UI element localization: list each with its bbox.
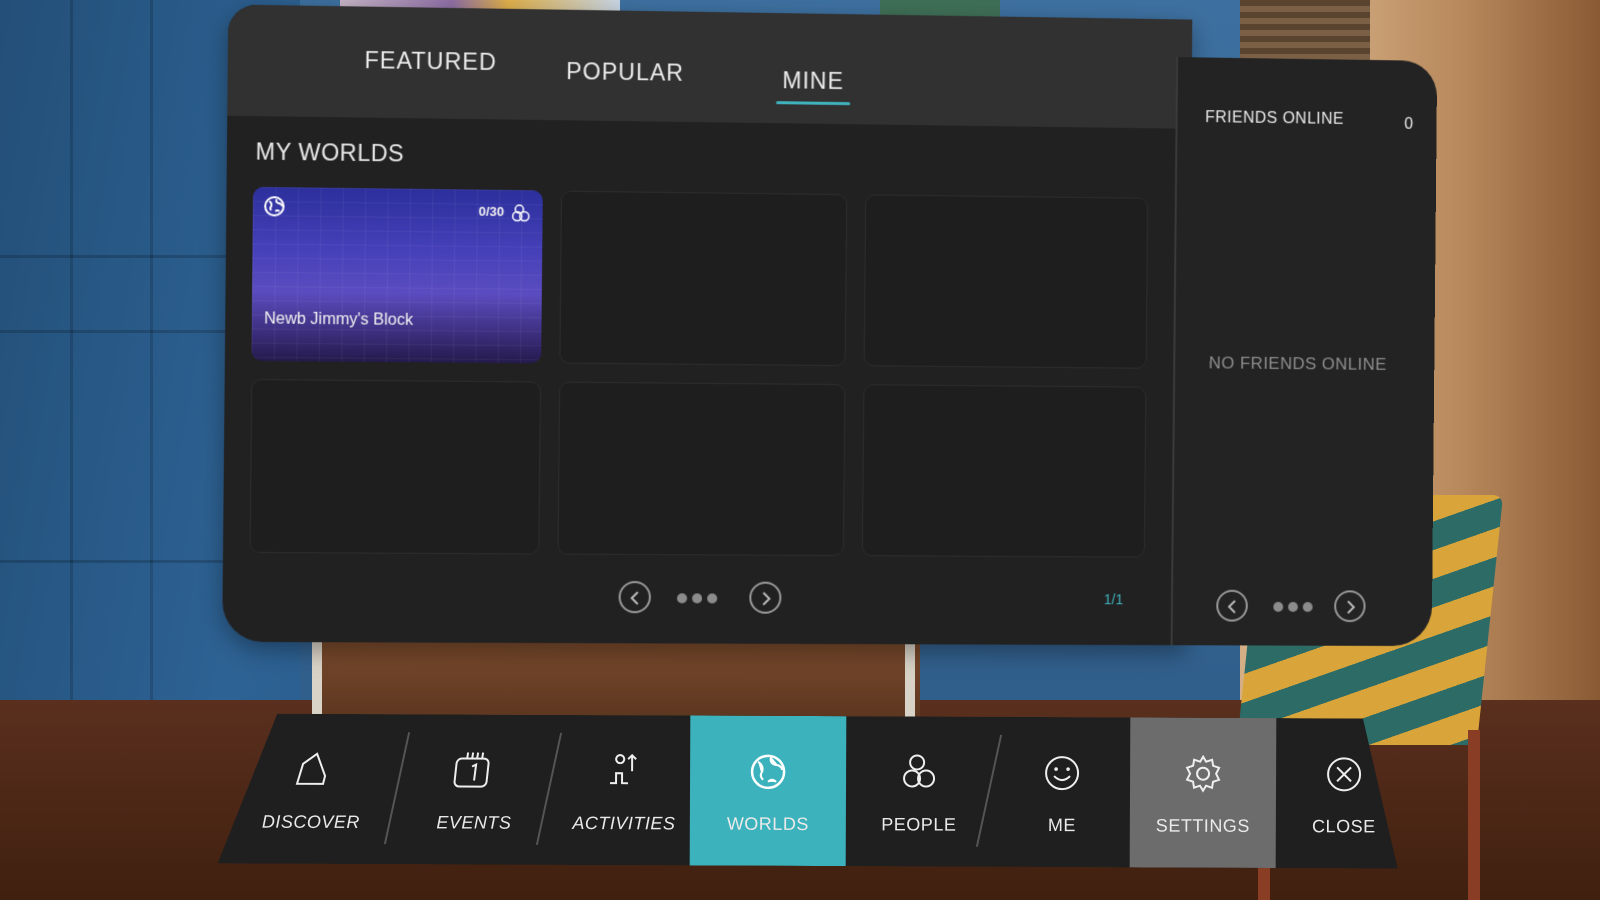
- doorway: [320, 640, 920, 720]
- chevron-right-icon: [759, 591, 773, 607]
- page-dots: [676, 593, 718, 604]
- chevron-left-icon: [1226, 599, 1240, 615]
- worlds-grid: 0/30 Newb Jimmy's Block: [249, 186, 1149, 558]
- occupancy-count: 0/30: [478, 203, 505, 220]
- chair-leg: [1468, 730, 1480, 900]
- page-dot: [676, 593, 688, 604]
- friends-count: 0: [1404, 115, 1414, 133]
- calendar-icon: [452, 748, 496, 792]
- nav-me[interactable]: ME: [994, 717, 1131, 868]
- page-dot: [692, 593, 703, 604]
- page-dot: [1302, 602, 1313, 612]
- page-dots: [1273, 601, 1313, 612]
- tab-bar: FEATURED POPULAR MINE: [227, 4, 1193, 129]
- gear-icon: [1181, 752, 1225, 796]
- people-icon: [510, 202, 532, 224]
- globe-icon: [263, 195, 286, 218]
- friends-prev-button[interactable]: [1216, 589, 1248, 622]
- empty-world-slot: [249, 379, 541, 555]
- nav-events[interactable]: EVENTS: [404, 714, 545, 865]
- next-page-button[interactable]: [749, 581, 782, 614]
- globe-icon: [746, 750, 790, 794]
- section-title: MY WORLDS: [255, 138, 405, 167]
- worlds-main-card: FEATURED POPULAR MINE MY WORLDS 0/30 New…: [222, 4, 1193, 646]
- smile-icon: [1040, 751, 1084, 795]
- world-card[interactable]: 0/30 Newb Jimmy's Block: [251, 186, 543, 364]
- no-friends-message: NO FRIENDS ONLINE: [1208, 353, 1387, 374]
- activities-icon: [602, 749, 646, 793]
- page-dot: [707, 593, 718, 604]
- nav-label: DISCOVER: [261, 811, 360, 833]
- nav-label: PEOPLE: [881, 814, 957, 835]
- empty-world-slot: [559, 190, 848, 367]
- page-dot: [1288, 601, 1298, 612]
- nav-label: SETTINGS: [1155, 815, 1250, 836]
- bottom-nav-bar: DISCOVER EVENTS ACTIVITIES WORLDS PEOPLE: [218, 713, 1399, 868]
- friends-pager: [1216, 589, 1383, 624]
- nav-label: EVENTS: [436, 812, 512, 833]
- page-dot: [1273, 601, 1284, 612]
- people-icon: [897, 750, 941, 794]
- friends-title: FRIENDS ONLINE: [1205, 109, 1345, 128]
- empty-world-slot: [861, 384, 1147, 558]
- discover-icon: [289, 748, 333, 792]
- nav-people[interactable]: PEOPLE: [846, 716, 993, 867]
- friends-next-button[interactable]: [1334, 590, 1366, 623]
- nav-label: ME: [1047, 815, 1076, 836]
- page-indicator: 1/1: [1103, 591, 1124, 608]
- empty-world-slot: [557, 381, 846, 557]
- nav-settings[interactable]: SETTINGS: [1130, 717, 1277, 868]
- tab-mine[interactable]: MINE: [782, 67, 844, 95]
- nav-label: WORLDS: [726, 813, 809, 835]
- world-name: Newb Jimmy's Block: [264, 310, 414, 329]
- tab-popular[interactable]: POPULAR: [566, 58, 684, 87]
- friends-panel: FRIENDS ONLINE 0 NO FRIENDS ONLINE: [1170, 57, 1438, 647]
- empty-world-slot: [863, 194, 1149, 369]
- worlds-pager: [618, 580, 789, 616]
- prev-page-button[interactable]: [618, 580, 652, 614]
- nav-worlds[interactable]: WORLDS: [690, 715, 847, 866]
- chevron-right-icon: [1344, 599, 1358, 615]
- nav-label: ACTIVITIES: [572, 812, 676, 834]
- chevron-left-icon: [629, 590, 643, 606]
- nav-activities[interactable]: ACTIVITIES: [554, 715, 695, 866]
- close-icon: [1322, 752, 1366, 796]
- tab-featured[interactable]: FEATURED: [364, 47, 496, 76]
- worlds-panel: FEATURED POPULAR MINE MY WORLDS 0/30 New…: [222, 4, 1438, 647]
